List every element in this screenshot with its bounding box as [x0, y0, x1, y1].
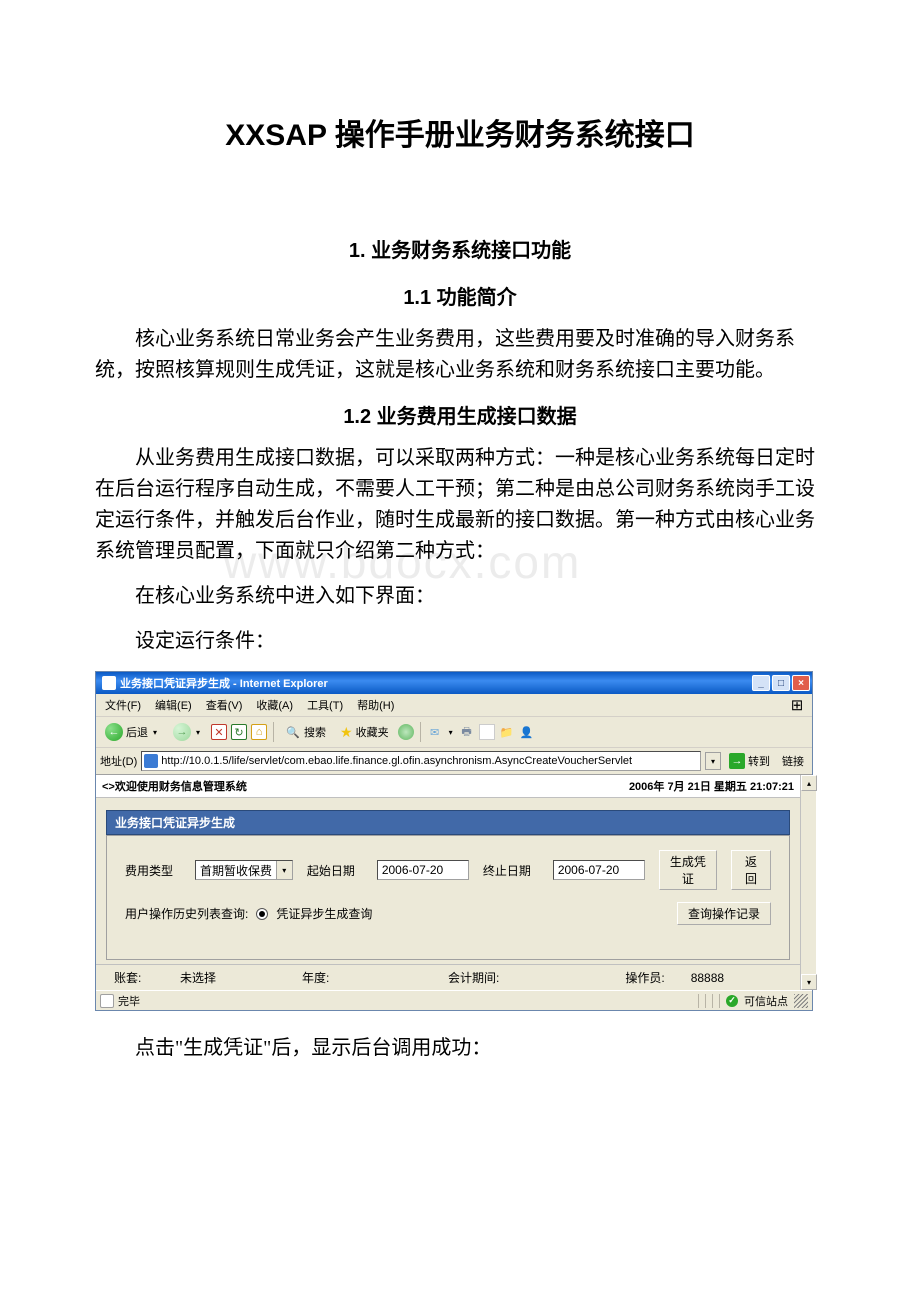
radio-async-query-label: 凭证异步生成查询	[276, 905, 372, 922]
page-icon	[144, 754, 158, 768]
menu-help[interactable]: 帮助(H)	[352, 696, 399, 714]
panel-title: 业务接口凭证异步生成	[106, 810, 790, 835]
back-button[interactable]: 返回	[731, 850, 771, 890]
resize-grip[interactable]	[794, 994, 808, 1008]
fee-type-value: 首期暂收保费	[200, 862, 272, 879]
content-footer: 账套: 未选择 年度: 会计期间: 操作员: 88888	[96, 964, 800, 990]
edit-button[interactable]	[479, 724, 495, 740]
scroll-up-button[interactable]: ▴	[801, 775, 817, 791]
end-date-label: 终止日期	[483, 862, 539, 879]
history-button[interactable]	[398, 724, 414, 740]
windows-flag-icon: ⊞	[786, 696, 808, 714]
form-row-2: 用户操作历史列表查询: 凭证异步生成查询 查询操作记录	[125, 902, 771, 925]
maximize-button[interactable]: □	[772, 675, 790, 691]
chevron-down-icon: ▾	[276, 861, 292, 879]
refresh-button[interactable]: ↻	[231, 724, 247, 740]
page-status-icon	[100, 994, 114, 1008]
welcome-text: <>欢迎使用财务信息管理系统	[102, 778, 247, 794]
section-1-heading: 1. 业务财务系统接口功能	[95, 234, 825, 263]
menu-edit[interactable]: 编辑(E)	[150, 696, 197, 714]
paragraph-1-2a: 从业务费用生成接口数据，可以采取两种方式：一种是核心业务系统每日定时在后台运行程…	[95, 443, 825, 567]
end-date-input[interactable]	[553, 860, 645, 880]
go-label: 转到	[748, 753, 770, 769]
menu-bar: 文件(F) 编辑(E) 查看(V) 收藏(A) 工具(T) 帮助(H) ⊞	[96, 694, 812, 717]
status-text: 完毕	[118, 993, 140, 1009]
operator-label: 操作员:	[625, 969, 664, 986]
browser-content: <>欢迎使用财务信息管理系统 2006年 7月 21日 星期五 21:07:21…	[96, 775, 812, 990]
forward-icon: →	[173, 723, 191, 741]
print-button[interactable]: 🖶	[459, 724, 475, 740]
form-row-1: 费用类型 首期暂收保费 ▾ 起始日期 终止日期 生成凭证 返回	[125, 850, 771, 890]
stop-button[interactable]: ✕	[211, 724, 227, 740]
year-label: 年度:	[302, 969, 342, 986]
fee-type-label: 费用类型	[125, 862, 181, 879]
account-value: 未选择	[180, 969, 216, 986]
radio-async-query[interactable]	[256, 908, 268, 920]
search-label: 搜索	[304, 724, 326, 740]
window-control-buttons: _ □ ×	[752, 675, 810, 691]
search-button[interactable]: 🔍 搜索	[280, 721, 331, 743]
status-bar: 完毕 ✓ 可信站点	[96, 990, 812, 1010]
home-button[interactable]: ⌂	[251, 724, 267, 740]
address-dropdown-button[interactable]: ▾	[705, 752, 721, 770]
operator-value: 88888	[691, 971, 724, 985]
menu-view[interactable]: 查看(V)	[201, 696, 248, 714]
screenshot-window: 业务接口凭证异步生成 - Internet Explorer _ □ × 文件(…	[95, 671, 813, 1011]
forward-button[interactable]: → ▾	[168, 720, 207, 744]
fee-type-select[interactable]: 首期暂收保费 ▾	[195, 860, 293, 880]
paragraph-after-screenshot: 点击"生成凭证"后，显示后台调用成功：	[95, 1033, 825, 1064]
favorites-label: 收藏夹	[356, 724, 389, 740]
toolbar: ← 后退 ▾ → ▾ ✕ ↻ ⌂ 🔍 搜索 ★ 收藏夹 ✉ ▾ 🖶 📁 👤	[96, 717, 812, 748]
go-button[interactable]: → 转到	[725, 751, 774, 771]
mail-button[interactable]: ✉	[427, 724, 443, 740]
chevron-down-icon: ▾	[151, 728, 159, 737]
content-header: <>欢迎使用财务信息管理系统 2006年 7月 21日 星期五 21:07:21	[96, 775, 800, 798]
go-icon: →	[729, 753, 745, 769]
trusted-site-label: 可信站点	[744, 993, 788, 1009]
menu-favorites[interactable]: 收藏(A)	[251, 696, 298, 714]
close-button[interactable]: ×	[792, 675, 810, 691]
start-date-label: 起始日期	[307, 862, 363, 879]
paragraph-1-1: 核心业务系统日常业务会产生业务费用，这些费用要及时准确的导入财务系统，按照核算规…	[95, 324, 825, 386]
start-date-input[interactable]	[377, 860, 469, 880]
chevron-down-icon: ▾	[447, 728, 455, 737]
paragraph-1-2c: 设定运行条件：	[95, 626, 825, 657]
address-input[interactable]	[161, 755, 698, 767]
section-1-2-heading: 1.2 业务费用生成接口数据	[95, 400, 825, 429]
datetime-display: 2006年 7月 21日 星期五 21:07:21	[629, 778, 794, 794]
history-query-label: 用户操作历史列表查询:	[125, 905, 248, 922]
document-title: XXSAP 操作手册业务财务系统接口	[95, 110, 825, 154]
window-titlebar: 业务接口凭证异步生成 - Internet Explorer _ □ ×	[96, 672, 812, 694]
toolbar-separator	[273, 722, 274, 742]
generate-voucher-button[interactable]: 生成凭证	[659, 850, 717, 890]
menu-tools[interactable]: 工具(T)	[302, 696, 348, 714]
section-1-1-heading: 1.1 功能简介	[95, 281, 825, 310]
query-records-button[interactable]: 查询操作记录	[677, 902, 771, 925]
form-panel: 费用类型 首期暂收保费 ▾ 起始日期 终止日期 生成凭证 返回	[106, 835, 790, 960]
content-body: 业务接口凭证异步生成 费用类型 首期暂收保费 ▾ 起始日期 终止日期	[96, 798, 800, 964]
search-icon: 🔍	[285, 724, 301, 740]
back-icon: ←	[105, 723, 123, 741]
folder-button[interactable]: 📁	[499, 724, 515, 740]
scroll-down-button[interactable]: ▾	[801, 974, 817, 990]
account-label: 账套:	[114, 969, 154, 986]
menu-file[interactable]: 文件(F)	[100, 696, 146, 714]
address-bar: 地址(D) ▾ → 转到 链接	[96, 748, 812, 775]
back-label: 后退	[126, 724, 148, 740]
minimize-button[interactable]: _	[752, 675, 770, 691]
links-button[interactable]: 链接	[778, 751, 808, 771]
window-title: 业务接口凭证异步生成 - Internet Explorer	[120, 675, 328, 691]
chevron-down-icon: ▾	[194, 728, 202, 737]
period-label: 会计期间:	[448, 969, 499, 986]
back-button[interactable]: ← 后退 ▾	[100, 720, 164, 744]
messenger-button[interactable]: 👤	[519, 724, 535, 740]
address-label: 地址(D)	[100, 753, 137, 769]
star-icon: ★	[340, 724, 353, 741]
app-icon	[102, 676, 116, 690]
favorites-button[interactable]: ★ 收藏夹	[335, 721, 394, 744]
trusted-site-icon: ✓	[726, 995, 738, 1007]
paragraph-1-2b: 在核心业务系统中进入如下界面：	[95, 581, 825, 612]
toolbar-separator	[420, 722, 421, 742]
address-input-wrapper[interactable]	[141, 751, 701, 771]
